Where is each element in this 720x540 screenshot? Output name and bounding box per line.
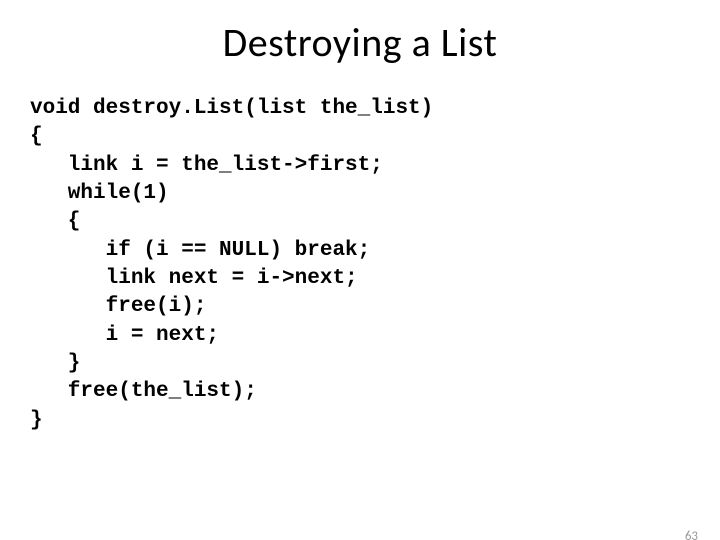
code-line: link i = the_list->first; (30, 154, 383, 177)
code-line: free(i); (30, 295, 206, 318)
code-line: free(the_list); (30, 380, 257, 403)
code-line: link next = i->next; (30, 267, 358, 290)
code-line: void destroy.List(list the_list) (30, 97, 433, 120)
code-line: } (30, 409, 43, 432)
code-line: i = next; (30, 324, 219, 347)
code-line: while(1) (30, 182, 169, 205)
code-block: void destroy.List(list the_list) { link … (30, 95, 720, 435)
code-line: if (i == NULL) break; (30, 239, 370, 262)
slide-title: Destroying a List (0, 18, 720, 67)
page-number: 63 (685, 529, 698, 540)
code-line: { (30, 125, 43, 148)
slide: Destroying a List void destroy.List(list… (0, 18, 720, 540)
code-line: { (30, 210, 80, 233)
code-line: } (30, 352, 80, 375)
